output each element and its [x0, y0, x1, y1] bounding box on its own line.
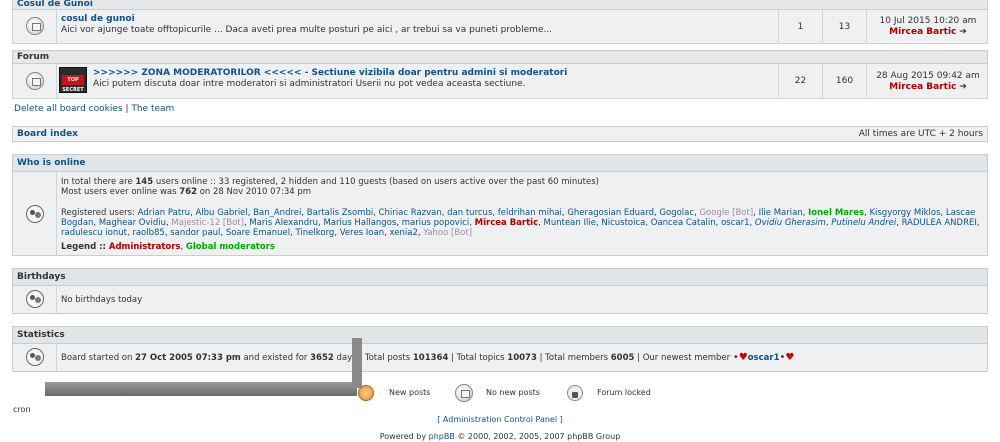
online-user-link[interactable]: oscar1: [721, 218, 749, 228]
no-new-posts-label: No new posts: [486, 388, 540, 397]
forum-read-icon: [26, 72, 44, 90]
posts-count: 160: [822, 64, 866, 98]
online-user-link[interactable]: Muntean Ilie: [544, 218, 596, 228]
forum-link-cosul-de-gunoi[interactable]: cosul de gunoi: [61, 14, 135, 24]
last-post-date: 10 Jul 2015 10:20 am: [879, 16, 977, 26]
legend: Legend :: Administrators, Global moderat…: [61, 242, 275, 252]
online-user-link[interactable]: Google [Bot]: [699, 208, 753, 218]
forum-description: Aici putem discuta doar intre moderatori…: [93, 79, 526, 89]
board-links: Delete all board cookies | The team: [14, 104, 175, 114]
acp-link[interactable]: [ Administration Control Panel ]: [0, 415, 1000, 424]
online-user-link[interactable]: feldrihan mihai: [498, 208, 562, 218]
online-user-link[interactable]: Adrian Patru: [138, 208, 190, 218]
online-user-link[interactable]: Tinelkorg: [296, 228, 335, 238]
last-post-author[interactable]: Mircea Bartic: [889, 82, 956, 92]
delete-cookies-link[interactable]: Delete all board cookies: [14, 104, 123, 114]
overlay-bar: [45, 382, 357, 396]
online-user-link[interactable]: sandor paul: [170, 228, 220, 238]
forum-row-moderatori: TOP SECRET >>>>>> ZONA MODERATORILOR <<<…: [12, 64, 988, 99]
online-user-link[interactable]: Albu Gabriel: [195, 208, 247, 218]
heart-icon: •♥: [779, 352, 795, 363]
online-user-link[interactable]: Nicustoica: [601, 218, 645, 228]
online-user-link[interactable]: Bartalis Zsombi: [307, 208, 373, 218]
birthdays-text: No birthdays today: [61, 295, 143, 305]
new-posts-icon: [358, 385, 374, 401]
online-user-link[interactable]: marius popovici: [402, 218, 469, 228]
online-user-link[interactable]: radulescu ionut: [61, 228, 127, 238]
statistics-icon: [26, 348, 44, 366]
online-user-link[interactable]: Putinelu Andrei: [831, 218, 896, 228]
forum-link-moderatori[interactable]: >>>>>> ZONA MODERATORILOR <<<<< - Sectiu…: [93, 68, 567, 78]
birthday-icon: [26, 290, 44, 308]
timezone-text: All times are UTC + 2 hours: [858, 129, 983, 139]
view-latest-post-icon[interactable]: ➔: [959, 82, 967, 92]
legend-administrators-link[interactable]: Administrators: [109, 242, 181, 252]
statistics-text: Board started on 27 Oct 2005 07:33 pm an…: [61, 352, 795, 364]
overlay-tab: [352, 338, 362, 388]
online-user-link[interactable]: Kisgyorgy Miklos: [869, 208, 940, 218]
phpbb-link[interactable]: phpBB: [429, 432, 455, 441]
new-posts-label: New posts: [389, 388, 431, 397]
navbar: Board index All times are UTC + 2 hours: [12, 126, 988, 142]
view-latest-post-icon[interactable]: ➔: [959, 27, 967, 37]
online-user-link[interactable]: raolb85: [132, 228, 164, 238]
forum-read-icon: [26, 17, 44, 35]
forum-locked-label: Forum locked: [597, 388, 651, 397]
forum-row-cosul-de-gunoi: cosul de gunoi Aici vor ajunge toate off…: [12, 10, 988, 44]
online-user-link[interactable]: Gogolac: [659, 208, 694, 218]
online-user-link[interactable]: Maghear Ovidiu: [99, 218, 166, 228]
powered-by: Powered by phpBB © 2000, 2002, 2005, 200…: [379, 432, 621, 441]
online-user-link[interactable]: Ban_Andrei: [253, 208, 301, 218]
online-user-link[interactable]: Mircea Bartic: [475, 218, 538, 228]
online-user-link[interactable]: Oancea Catalin: [651, 218, 716, 228]
online-user-link[interactable]: Ionel Mares: [808, 208, 864, 218]
posts-count: 13: [822, 10, 866, 43]
online-user-link[interactable]: Marius Hallangos: [323, 218, 396, 228]
online-user-link[interactable]: Majestic-12 [Bot]: [171, 218, 244, 228]
heart-icon: •♥: [732, 352, 748, 363]
last-post-cell: 10 Jul 2015 10:20 am Mircea Bartic ➔: [866, 10, 989, 43]
online-user-link[interactable]: dan turcus: [447, 208, 492, 218]
newest-member-link[interactable]: oscar1: [748, 353, 780, 363]
who-is-online-body: In total there are 145 users online :: 3…: [12, 172, 988, 256]
online-user-link[interactable]: RADULEA ANDREI: [902, 218, 977, 228]
birthdays-body: No birthdays today: [12, 286, 988, 314]
online-user-link[interactable]: Gheragosian Eduard: [567, 208, 654, 218]
topics-count: 22: [778, 64, 822, 98]
topics-count: 1: [778, 10, 822, 43]
birthdays-header: Birthdays: [12, 268, 988, 286]
online-user-link[interactable]: Ovidiu Gherasim: [755, 218, 826, 228]
registered-users-list: Registered users: Adrian Patru, Albu Gab…: [61, 208, 980, 238]
last-post-date: 28 Aug 2015 09:42 am: [876, 71, 980, 81]
top-secret-image: TOP SECRET: [59, 67, 87, 93]
online-user-link[interactable]: Maris Alexandru: [249, 218, 318, 228]
board-index-link[interactable]: Board index: [17, 129, 78, 139]
forum-locked-icon: [567, 385, 583, 401]
online-user-link[interactable]: Veres Ioan: [340, 228, 384, 238]
online-user-link[interactable]: Ilie Marian: [759, 208, 803, 218]
last-post-cell: 28 Aug 2015 09:42 am Mircea Bartic ➔: [866, 64, 989, 98]
online-user-link[interactable]: Yahoo [Bot]: [423, 228, 472, 238]
category-header-forum: Forum: [12, 50, 988, 64]
online-user-link[interactable]: Soare Emanuel: [226, 228, 290, 238]
online-user-link[interactable]: Chiriac Razvan: [379, 208, 442, 218]
last-post-author[interactable]: Mircea Bartic: [889, 27, 956, 37]
users-online-icon: [26, 205, 44, 223]
legend-global-moderators-link[interactable]: Global moderators: [186, 242, 275, 252]
forum-description: Aici vor ajunge toate offtopicurile ... …: [61, 25, 553, 35]
who-is-online-header[interactable]: Who is online: [12, 154, 988, 172]
team-link[interactable]: The team: [131, 104, 174, 114]
statistics-body: Board started on 27 Oct 2005 07:33 pm an…: [12, 344, 988, 372]
no-new-posts-icon: [455, 384, 473, 402]
category-header-cosul-de-gunoi[interactable]: Cosul de Gunoi: [12, 0, 988, 10]
online-user-link[interactable]: xenia2: [390, 228, 418, 238]
statistics-header: Statistics: [12, 326, 988, 344]
cron-text: cron: [13, 405, 31, 414]
